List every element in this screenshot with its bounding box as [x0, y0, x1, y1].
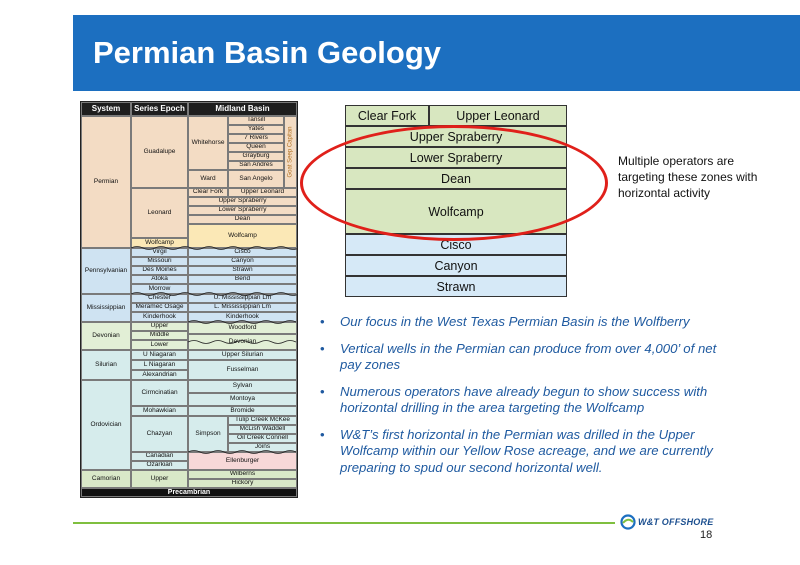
bullet-dot-icon: •	[320, 383, 325, 399]
unconformity-lines	[130, 246, 297, 454]
bullet-dot-icon: •	[320, 340, 325, 356]
bullet-list: • Our focus in the West Texas Permian Bas…	[316, 314, 736, 486]
logo-swirl-icon	[620, 514, 636, 530]
page-number: 18	[700, 529, 713, 541]
company-logo: W&T OFFSHORE	[620, 513, 735, 531]
zone-upper-leonard: Upper Leonard	[429, 105, 567, 126]
bullet-item: • W&T’s first horizontal in the Permian w…	[316, 427, 736, 477]
bullet-text: W&T’s first horizontal in the Permian wa…	[340, 426, 713, 475]
stratigraphic-column: System Series Epoch Midland Basin Permia…	[80, 101, 298, 498]
footer-divider	[73, 522, 615, 524]
bullet-dot-icon: •	[320, 426, 325, 442]
bullet-item: • Numerous operators have already begun t…	[316, 384, 736, 417]
bullet-text: Our focus in the West Texas Permian Basi…	[340, 314, 690, 329]
zone-canyon: Canyon	[345, 255, 567, 276]
bullet-text: Vertical wells in the Permian can produc…	[340, 340, 717, 373]
zone-strawn: Strawn	[345, 276, 567, 297]
slide-title: Permian Basin Geology	[93, 35, 441, 70]
bullet-item: • Vertical wells in the Permian can produ…	[316, 341, 736, 374]
title-banner: Permian Basin Geology	[73, 15, 800, 91]
callout-text: Multiple operators are targeting these z…	[618, 154, 758, 200]
target-zone-highlight-oval	[300, 125, 608, 241]
bullet-text: Numerous operators have already begun to…	[340, 383, 708, 416]
bullet-item: • Our focus in the West Texas Permian Bas…	[316, 314, 736, 331]
logo-text: W&T OFFSHORE	[638, 517, 714, 527]
bullet-dot-icon: •	[320, 314, 325, 329]
zone-clear-fork: Clear Fork	[345, 105, 429, 126]
